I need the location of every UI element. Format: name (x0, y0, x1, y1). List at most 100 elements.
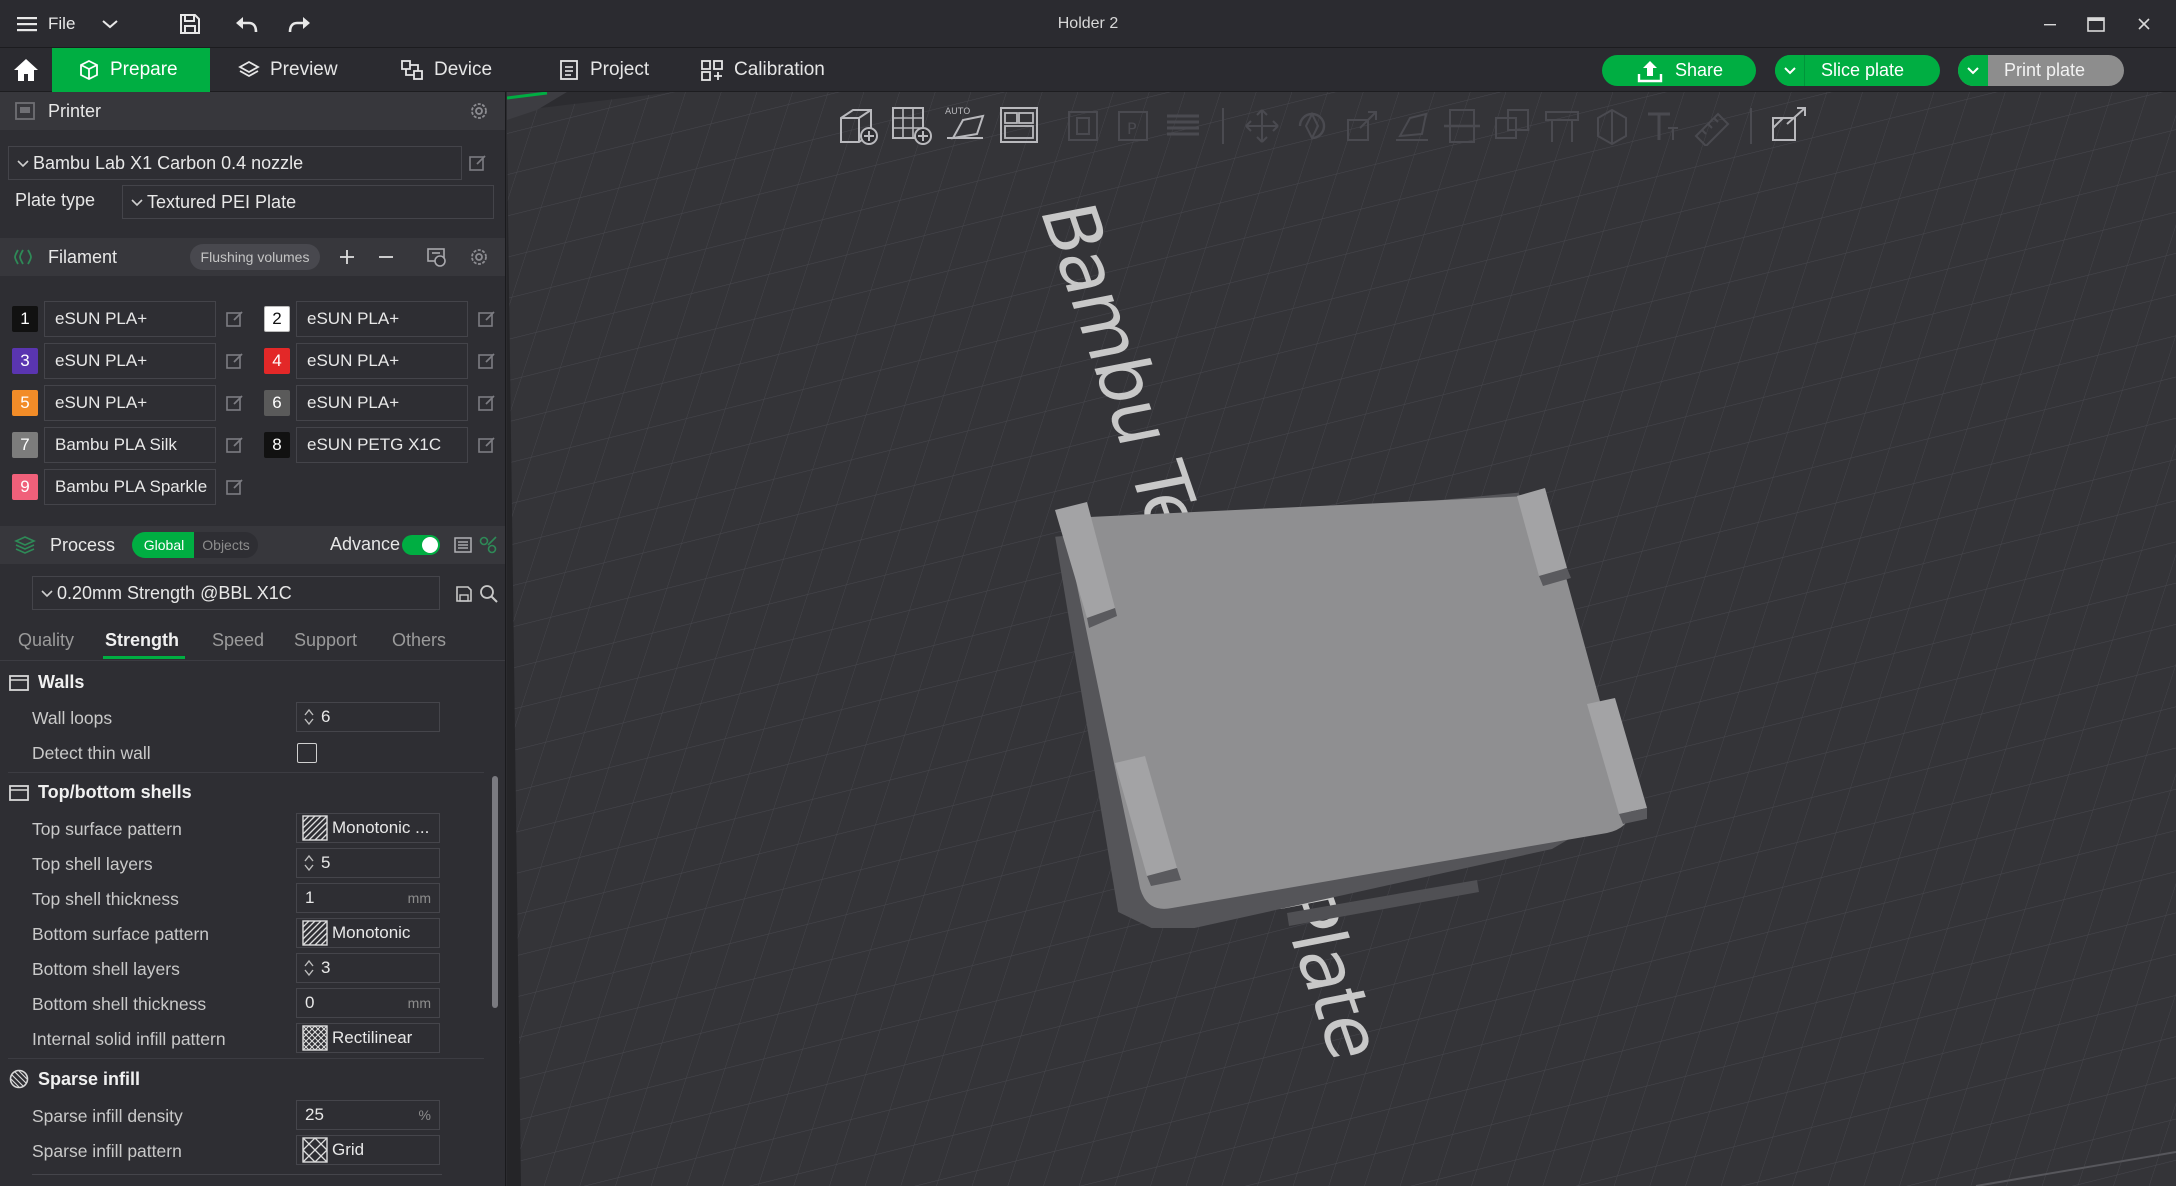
top-shell-layers-spinner[interactable]: 5 (296, 848, 440, 878)
menu-dropdown-chevron-icon[interactable] (96, 0, 124, 48)
model-holder[interactable] (1047, 488, 1647, 928)
save-preset-icon[interactable] (454, 584, 474, 604)
filament-color-swatch[interactable]: 8 (264, 432, 290, 458)
printer-section-title: Printer (48, 100, 102, 121)
filament-select[interactable]: eSUN PLA+ (44, 301, 216, 337)
filament-name: Bambu PLA Silk (55, 435, 177, 454)
compare-icon[interactable] (478, 535, 498, 555)
top-surface-pattern-select[interactable]: Monotonic ... (296, 813, 440, 843)
top-shell-thickness-input[interactable]: 1 mm (296, 883, 440, 913)
filament-color-swatch[interactable]: 7 (12, 432, 38, 458)
slice-dropdown-chevron-icon[interactable] (1775, 55, 1805, 86)
sync-filament-icon[interactable] (425, 246, 449, 268)
spin-arrows-icon[interactable] (297, 849, 321, 877)
bottom-shell-layers-spinner[interactable]: 3 (296, 953, 440, 983)
tab-preview[interactable]: Preview (212, 48, 364, 92)
filament-select[interactable]: eSUN PLA+ (296, 301, 468, 337)
add-object-icon[interactable] (835, 104, 881, 146)
add-plate-icon[interactable] (889, 104, 935, 146)
filament-select[interactable]: Bambu PLA Silk (44, 427, 216, 463)
remove-filament-icon[interactable] (376, 247, 396, 267)
wall-loops-spinner[interactable]: 6 (296, 702, 440, 732)
redo-icon[interactable] (284, 0, 316, 48)
share-button[interactable]: Share (1602, 55, 1756, 86)
edit-filament-icon[interactable] (225, 435, 245, 455)
slice-plate-button[interactable]: Slice plate (1775, 55, 1940, 86)
edit-filament-icon[interactable] (225, 477, 245, 497)
tab-speed[interactable]: Speed (212, 630, 264, 651)
chevron-down-icon (131, 199, 143, 207)
auto-orient-icon[interactable]: AUTO (943, 104, 989, 146)
filament-select[interactable]: eSUN PETG X1C (296, 427, 468, 463)
print-plate-button[interactable]: Print plate (1958, 55, 2124, 86)
edit-filament-icon[interactable] (225, 351, 245, 371)
filament-select[interactable]: eSUN PLA+ (44, 343, 216, 379)
tab-calibration[interactable]: Calibration (674, 48, 851, 92)
layers-toolbar-icon (1167, 114, 1199, 136)
filament-select[interactable]: Bambu PLA Sparkle (44, 469, 216, 505)
printer-settings-gear-icon[interactable] (468, 100, 490, 122)
search-icon[interactable] (479, 584, 499, 604)
objects-toggle[interactable]: Objects (194, 532, 258, 558)
filament-select[interactable]: eSUN PLA+ (296, 343, 468, 379)
arrange-icon[interactable] (997, 104, 1043, 146)
filament-color-swatch[interactable]: 4 (264, 348, 290, 374)
filament-name: Bambu PLA Sparkle (55, 477, 208, 496)
spin-arrows-icon[interactable] (297, 703, 321, 731)
advance-switch[interactable] (402, 535, 440, 555)
filament-select[interactable]: eSUN PLA+ (44, 385, 216, 421)
printer-icon (15, 102, 35, 120)
filament-color-swatch[interactable]: 9 (12, 474, 38, 500)
undo-icon[interactable] (230, 0, 262, 48)
print-dropdown-chevron-icon[interactable] (1958, 55, 1988, 86)
tab-quality[interactable]: Quality (18, 630, 74, 651)
filament-color-swatch[interactable]: 2 (264, 306, 290, 332)
home-icon[interactable] (8, 54, 44, 86)
tab-device[interactable]: Device (374, 48, 518, 92)
assembly-view-icon[interactable] (1767, 104, 1813, 146)
settings-scrollbar[interactable] (492, 776, 498, 1008)
detect-thin-wall-checkbox[interactable] (297, 743, 317, 763)
filament-color-swatch[interactable]: 5 (12, 390, 38, 416)
tab-support[interactable]: Support (294, 630, 357, 651)
close-button[interactable] (2126, 0, 2162, 48)
tab-others[interactable]: Others (392, 630, 446, 651)
flushing-volumes-button[interactable]: Flushing volumes (190, 244, 320, 270)
edit-filament-icon[interactable] (477, 435, 497, 455)
add-filament-icon[interactable] (337, 247, 357, 267)
file-menu-button[interactable]: File (16, 0, 104, 48)
edit-filament-icon[interactable] (477, 351, 497, 371)
minimize-button[interactable] (2032, 0, 2068, 48)
tab-prepare[interactable]: Prepare (52, 48, 210, 92)
save-icon[interactable] (174, 0, 206, 48)
filament-select[interactable]: eSUN PLA+ (296, 385, 468, 421)
toolbar-separator (1750, 108, 1752, 144)
spin-arrows-icon[interactable] (297, 954, 321, 982)
edit-printer-icon[interactable] (468, 153, 488, 173)
sparse-infill-pattern-select[interactable]: Grid (296, 1135, 440, 1165)
edit-filament-icon[interactable] (477, 393, 497, 413)
placement-icon: P (1118, 111, 1148, 141)
printer-select-value: Bambu Lab X1 Carbon 0.4 nozzle (33, 152, 304, 173)
plate-type-select[interactable]: Textured PEI Plate (122, 185, 494, 219)
global-toggle[interactable]: Global (132, 532, 196, 558)
tab-project[interactable]: Project (532, 48, 675, 92)
internal-solid-infill-select[interactable]: Rectilinear (296, 1023, 440, 1053)
printer-select[interactable]: Bambu Lab X1 Carbon 0.4 nozzle (8, 146, 462, 180)
list-view-icon[interactable] (453, 535, 473, 555)
edit-filament-icon[interactable] (225, 309, 245, 329)
tab-strength[interactable]: Strength (105, 630, 179, 651)
filament-color-swatch[interactable]: 6 (264, 390, 290, 416)
3d-viewport[interactable]: Bambu Textured PEI Plate AUTO (507, 92, 2176, 1186)
process-preset-select[interactable]: 0.20mm Strength @BBL X1C (32, 576, 440, 610)
bottom-shell-thickness-input[interactable]: 0 mm (296, 988, 440, 1018)
filament-color-swatch[interactable]: 3 (12, 348, 38, 374)
filament-settings-gear-icon[interactable] (468, 246, 490, 268)
filament-color-swatch[interactable]: 1 (12, 306, 38, 332)
bottom-surface-pattern-select[interactable]: Monotonic (296, 918, 440, 948)
edit-filament-icon[interactable] (477, 309, 497, 329)
unit-mm: mm (407, 995, 431, 1011)
sparse-infill-density-input[interactable]: 25 % (296, 1100, 440, 1130)
edit-filament-icon[interactable] (225, 393, 245, 413)
maximize-button[interactable] (2078, 0, 2114, 48)
